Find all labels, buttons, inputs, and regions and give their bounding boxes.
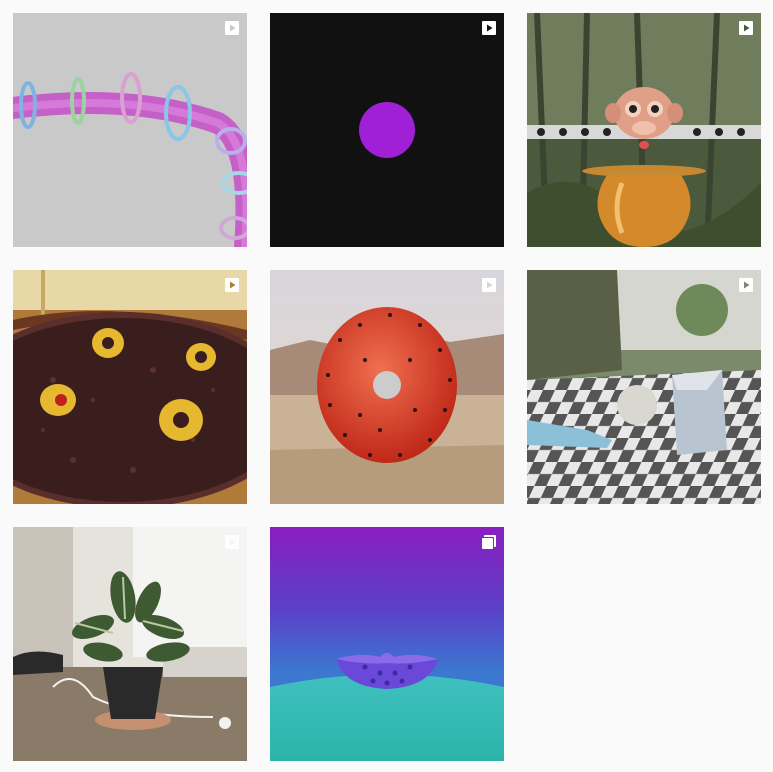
post-tile-8[interactable]	[270, 527, 504, 761]
post-thumbnail-purple-bowl	[270, 527, 504, 761]
post-tile-1[interactable]	[13, 13, 247, 247]
post-tile-2[interactable]	[270, 13, 504, 247]
post-thumbnail-gold-donuts-rug	[13, 270, 247, 504]
post-thumbnail-checkered-garden	[527, 270, 761, 504]
post-tile-6[interactable]	[527, 270, 761, 504]
post-tile-5[interactable]	[270, 270, 504, 504]
post-thumbnail-pink-tube-rings	[13, 13, 247, 247]
post-tile-4[interactable]	[13, 270, 247, 504]
play-icon	[738, 20, 754, 36]
play-icon	[224, 277, 240, 293]
post-tile-7[interactable]	[13, 527, 247, 761]
play-icon	[481, 277, 497, 293]
post-thumbnail-potted-plant	[13, 527, 247, 761]
play-icon	[738, 277, 754, 293]
post-thumbnail-red-donut-desert	[270, 270, 504, 504]
play-icon	[224, 20, 240, 36]
post-thumbnail-monkey-vase	[527, 13, 761, 247]
post-grid	[0, 0, 773, 772]
play-icon	[224, 534, 240, 550]
post-thumbnail-purple-circle	[270, 13, 504, 247]
post-tile-3[interactable]	[527, 13, 761, 247]
carousel-icon	[481, 534, 497, 550]
play-icon	[481, 20, 497, 36]
